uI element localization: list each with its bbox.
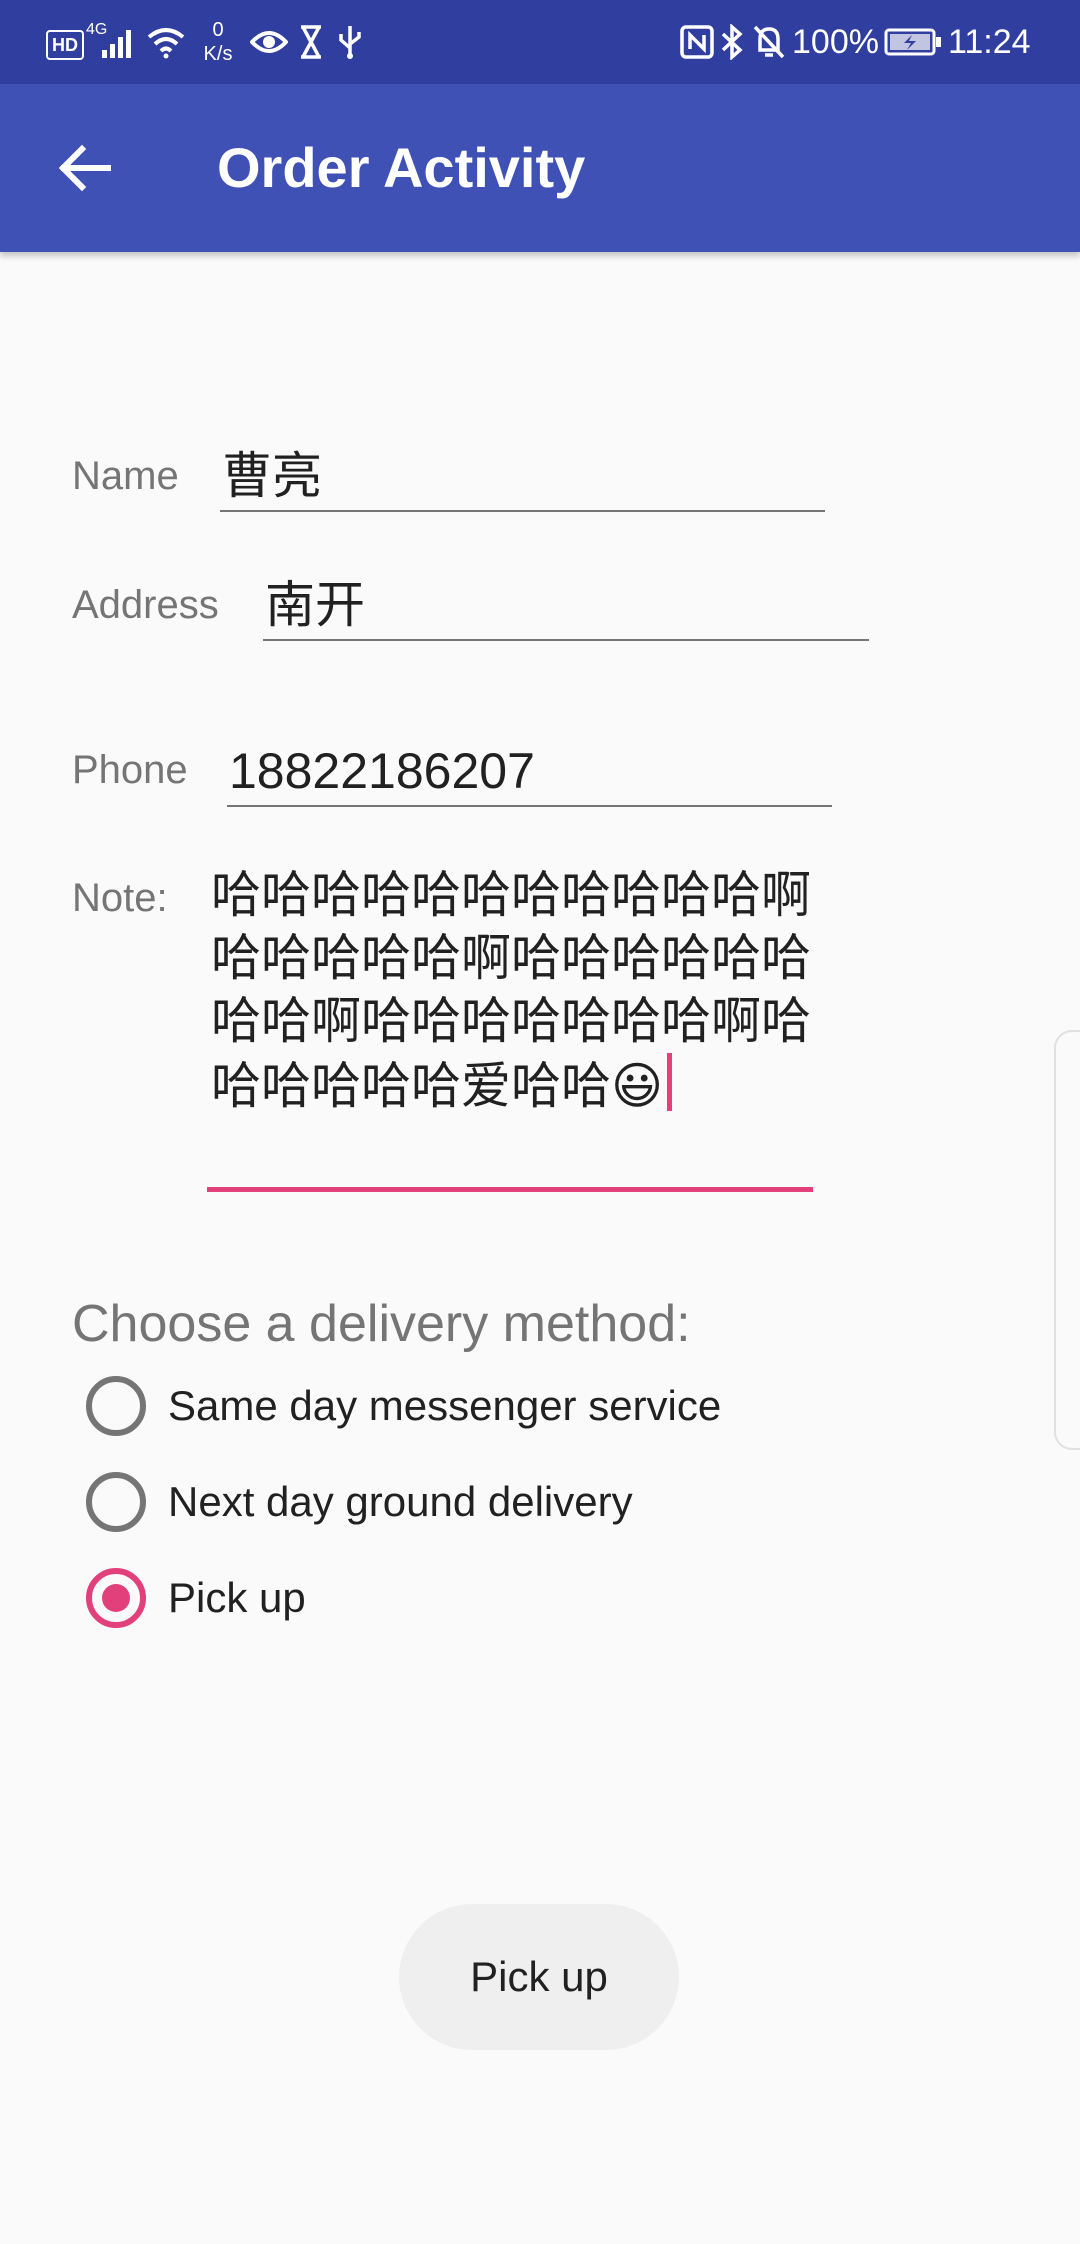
eye-icon <box>250 0 288 84</box>
radio-pick-up[interactable]: Pick up <box>86 1558 786 1638</box>
radio-button[interactable] <box>86 1376 146 1436</box>
radio-next-day[interactable]: Next day ground delivery <box>86 1462 786 1542</box>
network-speed: 0 K/s <box>200 16 236 68</box>
back-button[interactable] <box>40 128 128 208</box>
submit-button[interactable]: Pick up <box>399 1904 679 2050</box>
usb-icon <box>336 0 364 84</box>
phone-field[interactable]: 18822186207 <box>227 735 832 807</box>
status-bar: HD 4G 0 K/s 100% 11:24 <box>0 0 1080 84</box>
clock: 11:24 <box>948 22 1031 61</box>
radio-button[interactable] <box>86 1472 146 1532</box>
nfc-icon <box>680 0 714 84</box>
order-activity-screen: HD 4G 0 K/s 100% 11:24 Order Activity Na… <box>0 0 1080 2244</box>
name-field[interactable]: 曹亮 <box>220 440 825 512</box>
name-label: Name <box>72 454 179 498</box>
battery-icon <box>884 0 942 84</box>
back-arrow-icon <box>58 144 111 192</box>
edge-panel-handle[interactable] <box>1054 1030 1080 1450</box>
address-field[interactable]: 南开 <box>263 569 869 641</box>
hd-badge: HD <box>46 30 84 60</box>
app-bar: Order Activity <box>0 84 1080 252</box>
radio-label: Pick up <box>168 1574 306 1621</box>
bluetooth-icon <box>720 0 744 84</box>
speed-value: 0 <box>212 19 224 41</box>
text-cursor <box>667 1053 673 1111</box>
delivery-method-title: Choose a delivery method: <box>72 1295 691 1353</box>
address-label: Address <box>72 583 219 627</box>
note-field[interactable]: 哈哈哈哈哈哈哈哈哈哈哈啊哈哈哈哈哈啊哈哈哈哈哈哈哈哈啊哈哈哈哈哈哈哈啊哈哈哈哈哈… <box>207 864 813 1192</box>
radio-label: Next day ground delivery <box>168 1478 633 1525</box>
mute-bell-icon <box>752 0 786 84</box>
battery-percent: 100% <box>792 22 879 61</box>
hourglass-icon <box>298 0 324 84</box>
radio-label: Same day messenger service <box>168 1382 722 1429</box>
phone-label: Phone <box>72 748 188 792</box>
note-text: 哈哈哈哈哈哈哈哈哈哈哈啊哈哈哈哈哈啊哈哈哈哈哈哈哈哈啊哈哈哈哈哈哈哈啊哈哈哈哈哈… <box>211 867 811 1114</box>
wifi-icon <box>146 22 186 62</box>
page-title: Order Activity <box>217 136 586 199</box>
signal-icon <box>100 22 140 62</box>
radio-button-checked[interactable] <box>86 1568 146 1628</box>
radio-same-day[interactable]: Same day messenger service <box>86 1366 786 1446</box>
speed-unit: K/s <box>203 43 233 65</box>
note-label: Note: <box>72 876 168 920</box>
